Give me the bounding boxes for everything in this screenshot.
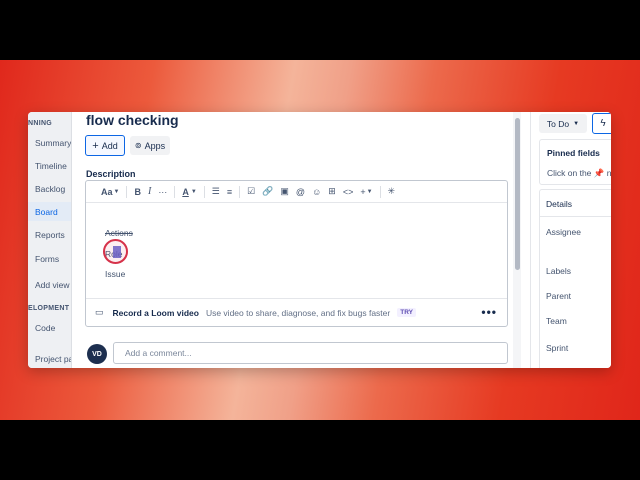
bullet-list-icon[interactable]: ☰ <box>212 186 220 197</box>
field-label-parent: Parent <box>546 291 572 301</box>
details-title[interactable]: Details <box>546 199 572 209</box>
automation-bolt-icon[interactable]: ϟ <box>592 113 611 134</box>
pinned-fields-hint: Click on the 📌 nex <box>547 168 611 178</box>
add-button-label: Add <box>101 140 118 151</box>
status-dropdown[interactable]: To Do ▼ <box>539 114 587 133</box>
sidebar-item-forms[interactable]: Forms <box>35 254 59 264</box>
video-camera-icon: ▭ <box>95 307 104 317</box>
try-badge: TRY <box>397 308 416 317</box>
details-divider <box>540 216 611 217</box>
editor-toolbar: Aa▼ B I ··· A▼ ☰ ≡ ☑ 🔗 ▣ @ ☺ ⊞ <> +▼ <box>86 181 507 203</box>
status-label: To Do <box>546 118 570 129</box>
scrollbar-thumb[interactable] <box>515 118 520 270</box>
field-label-sprint: Sprint <box>546 343 569 353</box>
chevron-down-icon: ▼ <box>113 188 120 195</box>
sidebar-item-project-pages[interactable]: Project pag <box>35 354 71 364</box>
insert-plus-icon[interactable]: + ▼ <box>360 187 372 197</box>
field-label-assignee: Assignee <box>546 227 581 237</box>
ai-sparkle-icon[interactable]: ✳ <box>388 186 396 197</box>
details-box: Details Assignee Labels Parent Team Spri… <box>539 189 611 368</box>
issue-main-panel: flow checking + Add ⊚ Apps Description A… <box>73 112 508 368</box>
comment-input[interactable]: Add a comment... <box>113 342 508 364</box>
text-color-button[interactable]: A ▼ <box>182 187 196 197</box>
loom-record-row[interactable]: ▭ Record a Loom video Use video to share… <box>86 298 507 326</box>
toolbar-divider <box>174 185 176 198</box>
sidebar-item-reports[interactable]: Reports <box>35 230 65 240</box>
issue-title[interactable]: flow checking <box>86 112 179 128</box>
sidebar-section-planning: NNING <box>28 120 53 127</box>
apps-icon: ⊚ <box>134 141 142 150</box>
sidebar-item-code[interactable]: Code <box>35 323 55 333</box>
bold-button[interactable]: B <box>134 187 141 197</box>
pinned-fields-title: Pinned fields <box>547 148 600 158</box>
issue-details-panel: To Do ▼ ϟ Pinned fields Click on the 📌 n… <box>530 112 611 368</box>
more-formatting-button[interactable]: ··· <box>158 187 167 197</box>
editor-line-issue: Issue <box>105 269 126 279</box>
description-editor[interactable]: Aa▼ B I ··· A▼ ☰ ≡ ☑ 🔗 ▣ @ ☺ ⊞ <> +▼ <box>85 180 508 327</box>
toolbar-divider <box>239 185 241 198</box>
description-label: Description <box>86 169 136 179</box>
field-label-team: Team <box>546 316 567 326</box>
sidebar-item-summary[interactable]: Summary <box>35 138 71 148</box>
mention-icon[interactable]: @ <box>296 187 305 197</box>
numbered-list-icon[interactable]: ≡ <box>227 187 232 197</box>
project-sidebar: NNING Summary Timeline Backlog Board Rep… <box>28 112 72 368</box>
avatar: VD <box>87 344 107 364</box>
sidebar-item-add-view[interactable]: Add view <box>35 280 70 290</box>
sidebar-item-backlog[interactable]: Backlog <box>35 184 65 194</box>
image-icon[interactable]: ▣ <box>280 186 289 197</box>
text-style-dropdown[interactable]: Aa ▼ <box>101 187 119 197</box>
jira-issue-window: NNING Summary Timeline Backlog Board Rep… <box>28 112 611 368</box>
plus-icon: + <box>92 139 99 152</box>
chevron-down-icon: ▼ <box>573 120 580 127</box>
link-icon[interactable]: 🔗 <box>262 186 273 197</box>
sidebar-item-board[interactable]: Board <box>35 207 58 217</box>
sidebar-item-timeline[interactable]: Timeline <box>35 161 67 171</box>
apps-button-label: Apps <box>144 140 166 151</box>
italic-button[interactable]: I <box>148 186 151 197</box>
click-indicator <box>103 239 128 264</box>
toolbar-divider <box>379 185 381 198</box>
table-icon[interactable]: ⊞ <box>328 186 336 197</box>
chevron-down-icon: ▼ <box>190 188 197 195</box>
sidebar-section-development: ELOPMENT <box>28 305 70 312</box>
apps-button[interactable]: ⊚ Apps <box>130 136 170 155</box>
pinned-fields-box: Pinned fields Click on the 📌 nex <box>539 139 611 185</box>
toolbar-divider <box>203 185 205 198</box>
checkbox-icon[interactable]: ☑ <box>247 186 255 197</box>
code-icon[interactable]: <> <box>343 187 354 197</box>
loom-subtitle: Use video to share, diagnose, and fix bu… <box>205 307 391 318</box>
emoji-icon[interactable]: ☺ <box>312 187 321 197</box>
cursor-highlight <box>113 246 121 258</box>
editor-line-actions: Actions <box>105 228 133 238</box>
toolbar-divider <box>126 185 128 198</box>
add-button[interactable]: + Add <box>85 135 125 156</box>
loom-title: Record a Loom video <box>112 307 199 318</box>
field-label-labels: Labels <box>546 266 572 276</box>
more-options-icon[interactable]: ••• <box>481 305 497 319</box>
chevron-down-icon: ▼ <box>366 188 373 195</box>
